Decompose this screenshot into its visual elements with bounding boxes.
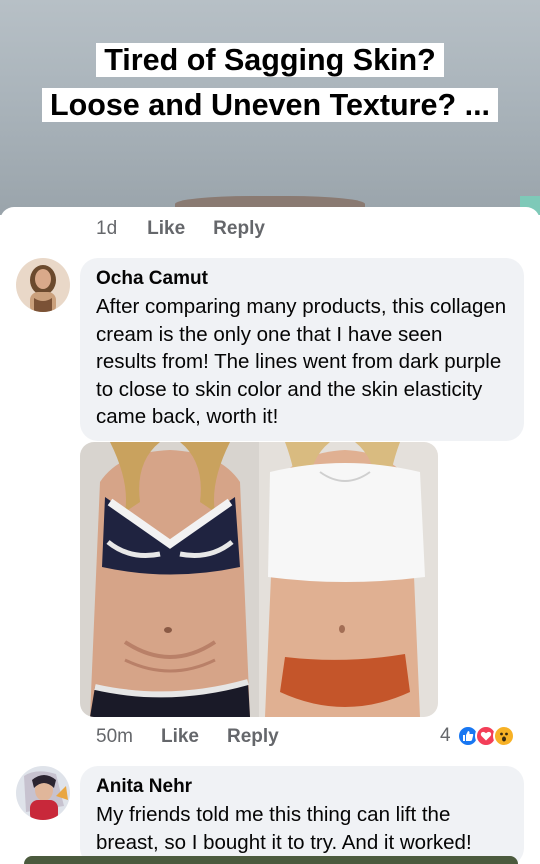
comment-text: My friends told me this thing can lift t… [96,803,472,854]
before-after-photo [80,442,438,717]
comment-text: After comparing many products, this coll… [96,295,507,428]
comment-photo[interactable] [80,442,438,717]
comment-author[interactable]: Anita Nehr [96,775,508,799]
comment-author[interactable]: Ocha Camut [96,267,508,291]
ad-headline-line1: Tired of Sagging Skin? [96,43,444,77]
reaction-count: 4 [440,725,451,746]
comment-bubble: Ocha Camut After comparing many products… [80,258,524,441]
next-attachment-preview[interactable] [24,856,518,864]
avatar[interactable] [16,258,70,312]
comment-bubble: Anita Nehr My friends told me this thing… [80,766,524,864]
reaction-summary[interactable]: 4 [440,723,515,749]
ad-headline-line2: Loose and Uneven Texture? ... [41,88,499,122]
ad-headline: Tired of Sagging Skin? Loose and Uneven … [0,38,540,128]
like-button[interactable]: Like [147,218,185,240]
post-actions: 1d Like Reply [96,218,265,240]
wow-icon [492,725,515,747]
comment-reply-button[interactable]: Reply [227,726,279,748]
post-time: 1d [96,218,118,239]
comment-actions: 50m Like Reply [96,726,279,748]
avatar[interactable] [16,766,70,820]
comment-time: 50m [96,726,133,747]
ad-image[interactable]: Tired of Sagging Skin? Loose and Uneven … [0,0,540,215]
comment-like-button[interactable]: Like [161,726,199,748]
reply-button[interactable]: Reply [213,218,265,240]
